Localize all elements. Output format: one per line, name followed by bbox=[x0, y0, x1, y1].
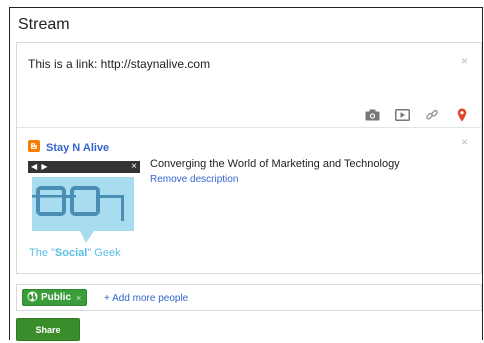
post-composer: This is a link: http://staynalive.com × bbox=[16, 42, 482, 274]
source-name-link[interactable]: Stay N Alive bbox=[46, 142, 109, 154]
clear-post-close-icon[interactable]: × bbox=[461, 55, 468, 67]
add-more-people-link[interactable]: + Add more people bbox=[104, 293, 188, 304]
video-icon[interactable] bbox=[393, 107, 411, 123]
public-audience-chip[interactable]: Public × bbox=[22, 289, 88, 307]
public-chip-label: Public bbox=[41, 292, 72, 303]
thumbnail-caption: The "Social" Geek bbox=[29, 247, 121, 259]
remove-audience-close-icon[interactable]: × bbox=[76, 293, 81, 303]
attachment-toolbar bbox=[363, 107, 471, 123]
link-thumbnail: ◀ ▶ × The "Social" Geek bbox=[28, 161, 140, 265]
divider bbox=[17, 127, 481, 128]
geek-glasses-logo bbox=[32, 177, 134, 243]
globe-icon bbox=[27, 289, 38, 307]
link-icon[interactable] bbox=[423, 107, 441, 123]
thumbnail-close-icon[interactable]: × bbox=[131, 161, 137, 172]
link-source: Stay N Alive bbox=[28, 139, 109, 157]
audience-row: Public × + Add more people bbox=[16, 284, 482, 311]
post-text[interactable]: This is a link: http://staynalive.com bbox=[28, 57, 210, 71]
blogger-icon bbox=[28, 139, 40, 157]
thumbnail-prev-next-icon[interactable]: ◀ ▶ bbox=[31, 162, 49, 171]
remove-link-close-icon[interactable]: × bbox=[461, 136, 468, 148]
location-pin-icon[interactable] bbox=[453, 107, 471, 123]
page-title: Stream bbox=[18, 16, 70, 33]
link-title: Converging the World of Marketing and Te… bbox=[150, 158, 400, 170]
share-button[interactable]: Share bbox=[16, 318, 80, 341]
camera-icon[interactable] bbox=[363, 107, 381, 123]
remove-description-link[interactable]: Remove description bbox=[150, 174, 238, 185]
